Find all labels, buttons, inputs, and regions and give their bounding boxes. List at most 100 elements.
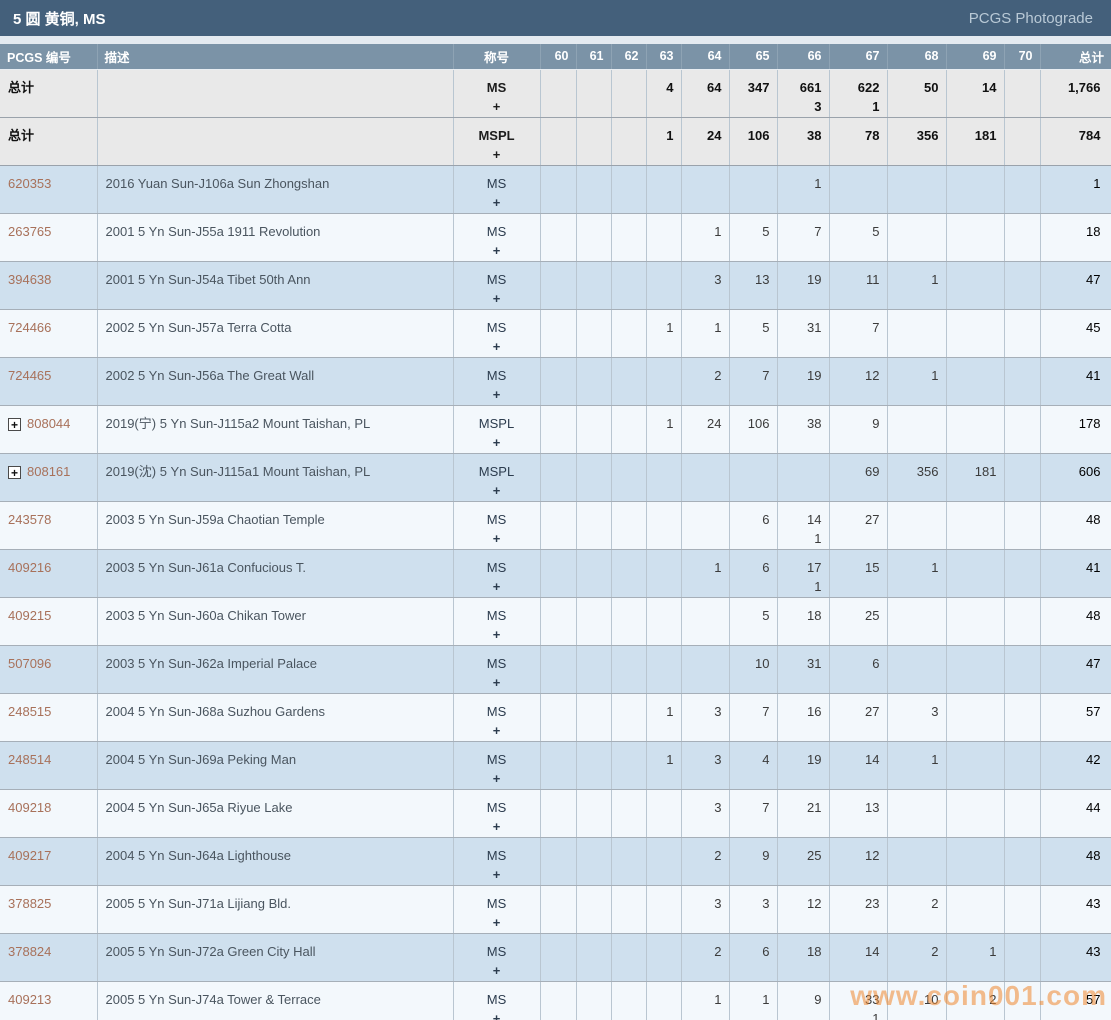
grade-cell-68 (887, 213, 946, 261)
grade-cell-60 (540, 405, 576, 453)
total-cell: 41 (1040, 357, 1111, 405)
grade-cell-61 (576, 309, 611, 357)
grade-cell-66: 31 (777, 645, 829, 693)
designation-cell: MSPL+ (453, 453, 540, 501)
expand-icon[interactable]: + (8, 466, 21, 479)
totals-grade-cell-66: 38 (777, 117, 829, 165)
grade-cell-69 (946, 885, 1004, 933)
pcgs-number-link[interactable]: 263765 (8, 224, 51, 239)
grade-cell-60 (540, 933, 576, 981)
grade-cell-65: 13 (729, 261, 777, 309)
grade-cell-69 (946, 213, 1004, 261)
grade-cell-66: 7 (777, 213, 829, 261)
pcgs-number-link[interactable]: 409215 (8, 608, 51, 623)
grade-cell-66: 12 (777, 885, 829, 933)
grade-cell-63 (646, 789, 681, 837)
grade-cell-69 (946, 405, 1004, 453)
pcgs-number-link[interactable]: 378824 (8, 944, 51, 959)
totals-grade-cell-64: 24 (681, 117, 729, 165)
grade-cell-70 (1004, 309, 1040, 357)
grade-cell-60 (540, 213, 576, 261)
description-cell: 2001 5 Yn Sun-J55a 1911 Revolution (97, 213, 453, 261)
pcgs-number-cell: 248514 (0, 741, 97, 789)
photograde-link[interactable]: PCGS Photograde (969, 10, 1111, 27)
pcgs-number-link[interactable]: 243578 (8, 512, 51, 527)
grade-cell-61 (576, 453, 611, 501)
grade-cell-68: 2 (887, 933, 946, 981)
description-cell: 2005 5 Yn Sun-J72a Green City Hall (97, 933, 453, 981)
pcgs-number-link[interactable]: 378825 (8, 896, 51, 911)
grade-cell-66: 38 (777, 405, 829, 453)
grade-cell-62 (611, 501, 646, 549)
grade-cell-70 (1004, 933, 1040, 981)
grade-cell-67: 27 (829, 693, 887, 741)
table-row: 2485142004 5 Yn Sun-J69a Peking ManMS+13… (0, 741, 1111, 789)
totals-grade-cell-68: 356 (887, 117, 946, 165)
grade-cell-70 (1004, 789, 1040, 837)
grade-cell-69 (946, 597, 1004, 645)
pcgs-number-cell: 394638 (0, 261, 97, 309)
totals-grade-cell-61 (576, 69, 611, 117)
grade-cell-64 (681, 597, 729, 645)
totals-grade-cell-66: 6613 (777, 69, 829, 117)
designation-cell: MS+ (453, 933, 540, 981)
designation-cell: MS+ (453, 165, 540, 213)
grade-cell-61 (576, 261, 611, 309)
designation-cell: MS+ (453, 837, 540, 885)
grade-cell-61 (576, 693, 611, 741)
pcgs-number-link[interactable]: 248514 (8, 752, 51, 767)
grade-cell-62 (611, 645, 646, 693)
pcgs-number-link[interactable]: 808044 (27, 416, 70, 431)
designation-cell: MS+ (453, 309, 540, 357)
grade-cell-70 (1004, 693, 1040, 741)
population-table: PCGS 编号描述称号6061626364656667686970总计 总计MS… (0, 44, 1111, 1020)
grade-cell-64: 1 (681, 981, 729, 1020)
pcgs-number-link[interactable]: 620353 (8, 176, 51, 191)
grade-cell-67: 5 (829, 213, 887, 261)
pcgs-number-link[interactable]: 808161 (27, 464, 70, 479)
grade-cell-63: 1 (646, 741, 681, 789)
description-cell: 2003 5 Yn Sun-J62a Imperial Palace (97, 645, 453, 693)
grade-cell-63 (646, 501, 681, 549)
col-header-grade-60: 60 (540, 44, 576, 69)
pcgs-number-link[interactable]: 409217 (8, 848, 51, 863)
designation-cell: MS+ (453, 597, 540, 645)
total-cell: 48 (1040, 501, 1111, 549)
total-cell: 44 (1040, 789, 1111, 837)
pcgs-number-link[interactable]: 248515 (8, 704, 51, 719)
description-cell: 2003 5 Yn Sun-J60a Chikan Tower (97, 597, 453, 645)
grade-cell-67: 13 (829, 789, 887, 837)
grade-cell-70 (1004, 501, 1040, 549)
pcgs-number-link[interactable]: 507096 (8, 656, 51, 671)
table-row: 2435782003 5 Yn Sun-J59a Chaotian Temple… (0, 501, 1111, 549)
table-row: 3788252005 5 Yn Sun-J71a Lijiang Bld.MS+… (0, 885, 1111, 933)
table-row: 4092172004 5 Yn Sun-J64a LighthouseMS+29… (0, 837, 1111, 885)
total-cell: 47 (1040, 261, 1111, 309)
grade-cell-70 (1004, 165, 1040, 213)
totals-grade-cell-64: 64 (681, 69, 729, 117)
pcgs-number-link[interactable]: 724466 (8, 320, 51, 335)
pcgs-number-link[interactable]: 724465 (8, 368, 51, 383)
grade-cell-67: 25 (829, 597, 887, 645)
pcgs-number-link[interactable]: 394638 (8, 272, 51, 287)
grade-cell-60 (540, 453, 576, 501)
grade-cell-60 (540, 645, 576, 693)
pcgs-number-cell: 507096 (0, 645, 97, 693)
grade-cell-68: 1 (887, 741, 946, 789)
grade-cell-62 (611, 981, 646, 1020)
pcgs-number-link[interactable]: 409213 (8, 992, 51, 1007)
grade-cell-63 (646, 213, 681, 261)
grade-cell-66: 9 (777, 981, 829, 1020)
grade-cell-69 (946, 165, 1004, 213)
grade-cell-68 (887, 501, 946, 549)
grade-cell-64: 2 (681, 837, 729, 885)
pcgs-number-link[interactable]: 409218 (8, 800, 51, 815)
expand-icon[interactable]: + (8, 418, 21, 431)
pcgs-number-cell: +808161 (0, 453, 97, 501)
description-cell: 2004 5 Yn Sun-J65a Riyue Lake (97, 789, 453, 837)
grade-cell-62 (611, 693, 646, 741)
grade-cell-67: 12 (829, 837, 887, 885)
grade-cell-70 (1004, 645, 1040, 693)
grade-cell-61 (576, 837, 611, 885)
pcgs-number-link[interactable]: 409216 (8, 560, 51, 575)
